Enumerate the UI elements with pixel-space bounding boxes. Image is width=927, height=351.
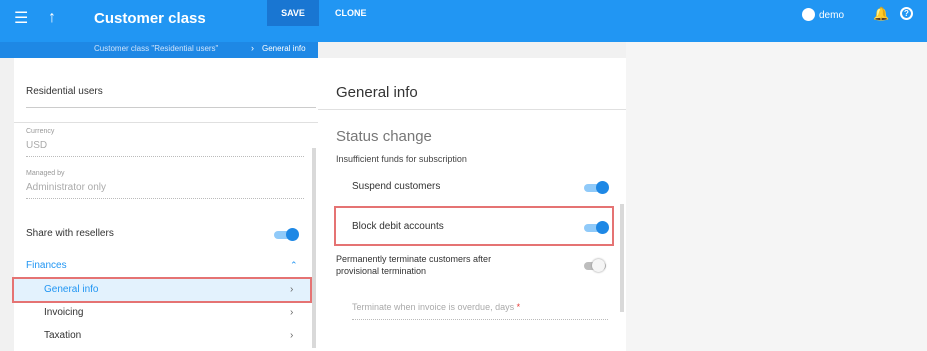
name-field[interactable]: Residential users	[26, 86, 316, 108]
user-icon	[802, 8, 815, 21]
terminate-label-line2: provisional termination	[336, 266, 427, 276]
currency-value: USD	[26, 140, 48, 151]
suspend-customers-toggle[interactable]	[584, 181, 609, 194]
left-panel: Residential users Currency USD Managed b…	[12, 58, 319, 351]
scrollbar[interactable]	[620, 204, 624, 312]
terminate-days-input[interactable]: Terminate when invoice is overdue, days …	[352, 302, 608, 320]
toggle-knob	[592, 259, 605, 272]
divider	[14, 122, 319, 123]
breadcrumb-current: General info	[262, 44, 306, 53]
insufficient-funds-label: Insufficient funds for subscription	[336, 154, 467, 164]
user-menu[interactable]: demo	[802, 8, 844, 21]
chevron-up-icon[interactable]: ⌃	[290, 260, 298, 271]
section-finances[interactable]: Finances	[26, 260, 67, 271]
general-info-panel: General info Status change Insufficient …	[318, 58, 626, 351]
divider	[318, 109, 626, 110]
block-debit-accounts-toggle[interactable]	[584, 221, 609, 234]
bell-icon[interactable]: 🔔	[873, 6, 889, 22]
managed-by-value: Administrator only	[26, 182, 107, 193]
terminate-days-placeholder: Terminate when invoice is overdue, days	[352, 302, 515, 312]
page-title: Customer class	[94, 10, 206, 27]
chevron-right-icon: ›	[290, 307, 294, 318]
nav-item-label: Taxation	[44, 330, 82, 341]
toggle-knob	[596, 181, 609, 194]
panel-heading: General info	[336, 84, 418, 101]
nav-item-label: General info	[44, 284, 99, 295]
share-with-resellers-toggle[interactable]	[274, 228, 299, 241]
managed-by-underline	[26, 198, 304, 199]
nav-item-general-info[interactable]: General info ›	[12, 277, 312, 303]
save-button[interactable]: SAVE	[267, 0, 319, 26]
terminate-customers-toggle[interactable]	[584, 259, 608, 272]
block-debit-accounts-label: Block debit accounts	[352, 221, 444, 232]
nav-item-taxation[interactable]: Taxation ›	[14, 325, 310, 347]
terminate-label-line1: Permanently terminate customers after	[336, 254, 492, 264]
chevron-right-icon: ›	[290, 284, 294, 295]
required-mark: *	[516, 302, 521, 312]
help-icon[interactable]: ?	[900, 7, 913, 20]
chevron-right-icon: ›	[251, 43, 254, 53]
toggle-knob	[286, 228, 299, 241]
user-name: demo	[819, 10, 845, 21]
menu-icon[interactable]: ☰	[14, 11, 28, 27]
nav-item-invoicing[interactable]: Invoicing ›	[14, 302, 310, 324]
nav-item-label: Invoicing	[44, 307, 84, 318]
share-with-resellers-label: Share with resellers	[26, 228, 114, 239]
arrow-up-icon[interactable]: ↑	[48, 10, 56, 26]
scrollbar[interactable]	[312, 148, 316, 348]
top-bar: ☰ ↑ Customer class SAVE CLONE demo 🔔 ?	[0, 0, 927, 42]
currency-underline	[26, 156, 304, 157]
currency-label: Currency	[26, 128, 55, 135]
suspend-customers-label: Suspend customers	[352, 181, 441, 192]
toggle-knob	[596, 221, 609, 234]
empty-panel	[626, 42, 927, 351]
chevron-right-icon: ›	[290, 330, 294, 341]
breadcrumb: Customer class "Residential users" › Gen…	[0, 42, 318, 58]
breadcrumb-parent[interactable]: Customer class "Residential users"	[94, 44, 218, 53]
managed-by-label: Managed by	[26, 170, 65, 177]
clone-button[interactable]: CLONE	[335, 0, 367, 26]
status-change-heading: Status change	[336, 128, 432, 145]
